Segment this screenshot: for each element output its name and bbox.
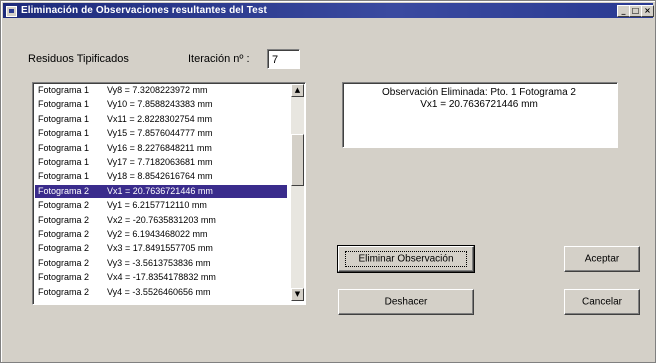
deshacer-label: Deshacer xyxy=(384,296,428,308)
list-scrollbar[interactable]: ▲ ▼ xyxy=(291,84,304,301)
list-item-photo: Fotograma 1 xyxy=(38,128,90,139)
list-item[interactable]: Fotograma 1 Vy17 = 7.7182063681 mm xyxy=(35,156,287,169)
list-item-value: Vy1 = 6.2157712110 mm xyxy=(107,200,207,211)
list-item-value: Vy10 = 7.8588243383 mm xyxy=(107,99,213,110)
list-item-photo: Fotograma 1 xyxy=(38,99,90,110)
list-item[interactable]: Fotograma 1 Vy10 = 7.8588243383 mm xyxy=(35,98,287,111)
app-icon xyxy=(6,6,17,17)
list-item-value: Vy18 = 8.8542616764 mm xyxy=(107,171,213,182)
observation-textbox[interactable]: Observación Eliminada: Pto. 1 Fotograma … xyxy=(342,82,618,148)
list-item-value: Vy4 = -3.5526460656 mm xyxy=(107,286,211,297)
list-item[interactable]: Fotograma 1 Vy18 = 8.8542616764 mm xyxy=(35,170,287,183)
list-item-photo: Fotograma 2 xyxy=(38,286,90,297)
list-item[interactable]: Fotograma 2 Vy1 = 6.2157712110 mm xyxy=(35,199,287,212)
list-item-value: Vx3 = 17.8491557705 mm xyxy=(107,243,213,254)
eliminar-observacion-label: Eliminar Observación xyxy=(358,253,454,265)
list-item-value: Vy2 = 6.1943468022 mm xyxy=(107,229,208,239)
window-title: Eliminación de Observaciones resultantes… xyxy=(21,5,267,16)
scroll-up-icon[interactable]: ▲ xyxy=(291,84,304,97)
list-item-photo: Fotograma 2 xyxy=(38,257,90,268)
title-bar[interactable]: Eliminación de Observaciones resultantes… xyxy=(3,3,654,18)
list-item-photo: Fotograma 2 xyxy=(38,200,90,211)
list-item-photo: Fotograma 1 xyxy=(38,85,90,95)
list-item-photo: Fotograma 2 xyxy=(38,229,90,239)
residual-listbox[interactable]: Fotograma 1 Vy8 = 7.3208223972 mm Fotogram… xyxy=(32,82,306,305)
list-item-photo: Fotograma 2 xyxy=(38,214,90,225)
list-item[interactable]: Fotograma 1 Vx11 = 2.8228302754 mm xyxy=(35,113,287,126)
list-item-value: Vx4 = -17.8354178832 mm xyxy=(107,272,216,283)
list-item-value: Vx1 = 20.7636721446 mm xyxy=(107,185,213,196)
scroll-down-icon[interactable]: ▼ xyxy=(291,288,304,301)
list-item-value: Vy17 = 7.7182063681 mm xyxy=(107,157,213,167)
aceptar-label: Aceptar xyxy=(584,253,620,265)
list-item[interactable]: Fotograma 2 Vx1 = 20.7636721446 mm xyxy=(35,184,287,198)
deshacer-button[interactable]: Deshacer xyxy=(338,289,474,315)
list-item-value: Vy8 = 7.3208223972 mm xyxy=(107,85,208,95)
list-item-photo: Fotograma 1 xyxy=(38,157,90,167)
list-item[interactable]: Fotograma 1 Vy16 = 8.2276848211 mm xyxy=(35,142,287,155)
cancelar-button[interactable]: Cancelar xyxy=(564,289,640,315)
list-item-value: Vy15 = 7.8576044777 mm xyxy=(107,128,213,139)
observation-text: Observación Eliminada: Pto. 1 Fotograma … xyxy=(347,87,611,111)
list-item-photo: Fotograma 1 xyxy=(38,171,90,182)
residuos-label: Residuos Tipificados xyxy=(28,53,129,65)
scroll-thumb[interactable] xyxy=(291,134,304,186)
iteracion-label: Iteración nº : xyxy=(188,53,250,65)
list-item[interactable]: Fotograma 1 Vy15 = 7.8576044777 mm xyxy=(35,127,287,140)
list-item-photo: Fotograma 2 xyxy=(38,243,90,254)
observation-line-2: Vx1 = 20.7636721446 mm xyxy=(420,99,538,110)
list-item-photo: Fotograma 1 xyxy=(38,113,90,124)
list-item[interactable]: Fotograma 2 Vy3 = -3.5613753836 mm xyxy=(35,257,287,270)
eliminar-observacion-button[interactable]: Eliminar Observación xyxy=(337,245,475,273)
list-item-value: Vx11 = 2.8228302754 mm xyxy=(107,113,213,124)
list-item[interactable]: Fotograma 1 Vy8 = 7.3208223972 mm xyxy=(35,84,287,97)
cancelar-label: Cancelar xyxy=(581,296,623,308)
list-item[interactable]: Fotograma 2 Vx3 = 17.8491557705 mm xyxy=(35,242,287,255)
list-item-photo: Fotograma 1 xyxy=(38,142,90,153)
list-item[interactable]: Fotograma 2 Vx2 = -20.7635831203 mm xyxy=(35,214,287,227)
close-icon[interactable]: × xyxy=(641,5,654,17)
list-item[interactable]: Fotograma 2 Vx4 = -17.8354178832 mm xyxy=(35,271,287,284)
dialog-window: Eliminación de Observaciones resultantes… xyxy=(0,0,656,363)
list-item[interactable]: Fotograma 2 Vy2 = 6.1943468022 mm xyxy=(35,228,287,241)
aceptar-button[interactable]: Aceptar xyxy=(564,246,640,272)
list-item-value: Vy3 = -3.5613753836 mm xyxy=(107,257,211,268)
list-item[interactable]: Fotograma 2 Vy4 = -3.5526460656 mm xyxy=(35,286,287,299)
list-item-photo: Fotograma 2 xyxy=(38,272,90,283)
iteracion-input[interactable]: 7 xyxy=(267,49,300,69)
list-item-photo: Fotograma 2 xyxy=(38,185,90,196)
observation-line-1: Observación Eliminada: Pto. 1 Fotograma … xyxy=(382,87,576,98)
list-item-value: Vx2 = -20.7635831203 mm xyxy=(107,214,216,225)
list-item-value: Vy16 = 8.2276848211 mm xyxy=(107,142,212,153)
